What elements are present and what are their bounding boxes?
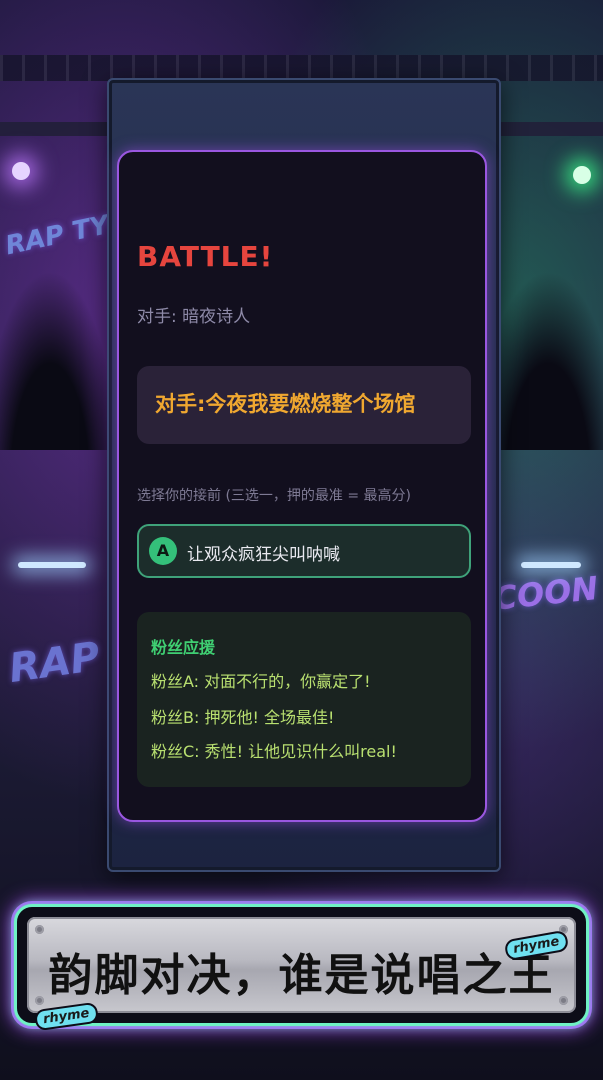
- battle-title: BATTLE!: [137, 240, 274, 273]
- fan-message: 粉丝A: 对面不行的，你赢定了!: [151, 672, 371, 691]
- fan-message: 粉丝B: 押死他! 全场最佳!: [151, 708, 335, 727]
- slogan-banner: 韵脚对决，谁是说唱之王 rhyme rhyme: [14, 904, 589, 1032]
- opponent-lyric: 对手:今夜我要燃烧整个场馆: [155, 392, 416, 416]
- fan-support-panel: 粉丝应援 粉丝A: 对面不行的，你赢定了! 粉丝B: 押死他! 全场最佳! 粉丝…: [137, 612, 471, 787]
- crowd-left: [0, 270, 120, 450]
- opponent-name: 对手: 暗夜诗人: [137, 307, 251, 327]
- wall-lamp-left: [18, 562, 86, 568]
- screw-icon: [35, 925, 44, 934]
- fan-message: 粉丝C: 秀性! 让他见识什么叫real!: [151, 742, 397, 761]
- purple-spotlight: [12, 162, 30, 180]
- opponent-lyric-box: 对手:今夜我要燃烧整个场馆: [137, 366, 471, 444]
- metal-plate: 韵脚对决，谁是说唱之王: [27, 917, 576, 1013]
- option-a-text: 让观众疯狂尖叫呐喊: [187, 545, 340, 565]
- option-a-badge: A: [149, 537, 177, 565]
- green-spotlight: [573, 166, 591, 184]
- slogan-text: 韵脚对决，谁是说唱之王: [48, 950, 555, 1001]
- option-a-button[interactable]: A 让观众疯狂尖叫呐喊: [137, 524, 471, 578]
- fan-support-title: 粉丝应援: [151, 638, 216, 657]
- wall-lamp-right: [521, 562, 581, 568]
- battle-card: BATTLE! 对手: 暗夜诗人 对手:今夜我要燃烧整个场馆 选择你的接前 (三…: [117, 150, 487, 822]
- choose-prompt: 选择你的接前 (三选一，押的最准 = 最高分): [137, 488, 412, 504]
